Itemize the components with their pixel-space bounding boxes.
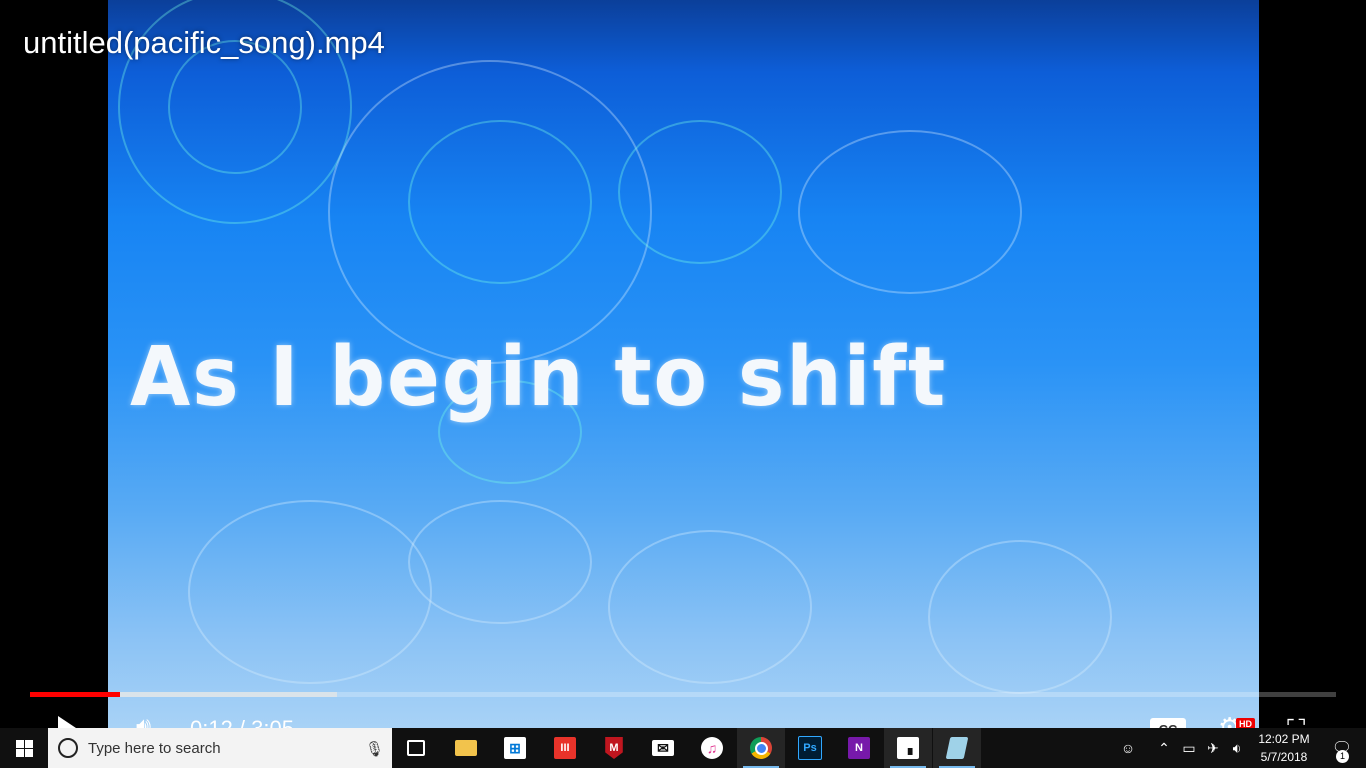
search-placeholder: Type here to search xyxy=(88,740,221,757)
play-icon[interactable] xyxy=(58,716,76,728)
task-view-icon[interactable] xyxy=(392,728,440,768)
progress-bar[interactable] xyxy=(30,692,1336,697)
ripple-decoration xyxy=(928,540,1112,694)
sticky-notes-icon[interactable]: ▗ xyxy=(884,728,932,768)
clock-time: 12:02 PM xyxy=(1258,732,1310,746)
system-clock[interactable]: 12:02 PM 5/7/2018 xyxy=(1256,730,1312,766)
taskbar-search[interactable]: Type here to search 🎙︎ xyxy=(48,728,392,768)
speaker-icon[interactable]: 🔉︎ xyxy=(1226,728,1248,768)
captions-button[interactable]: CC xyxy=(1150,718,1186,728)
video-player[interactable]: untitled(pacific_song).mp4 As I begin to… xyxy=(0,0,1366,728)
mail-icon[interactable]: ✉ xyxy=(639,728,687,768)
people-icon[interactable]: ☺ xyxy=(1116,728,1140,768)
app-notepad-icon[interactable] xyxy=(933,728,981,768)
battery-icon[interactable]: ▭ xyxy=(1178,728,1200,768)
airplane-mode-icon[interactable]: ✈ xyxy=(1202,728,1224,768)
windows-logo-icon xyxy=(15,739,33,757)
taskbar: Type here to search 🎙︎ ⊞ III M ✉ ♫ Ps N … xyxy=(0,728,1366,768)
file-explorer-icon[interactable] xyxy=(442,728,490,768)
video-title: untitled(pacific_song).mp4 xyxy=(23,25,385,60)
ripple-decoration xyxy=(608,530,812,684)
start-button[interactable] xyxy=(0,728,48,768)
cortana-icon xyxy=(58,738,78,758)
lyric-caption: As I begin to shift xyxy=(130,330,948,425)
notification-count: 1 xyxy=(1336,750,1349,763)
played-bar xyxy=(30,692,121,697)
clock-date: 5/7/2018 xyxy=(1260,750,1308,764)
itunes-icon[interactable]: ♫ xyxy=(688,728,736,768)
chrome-icon[interactable] xyxy=(737,728,785,768)
ripple-decoration xyxy=(798,130,1022,294)
time-display: 0:12 / 3:05 xyxy=(190,716,294,728)
chevron-up-icon[interactable]: ⌃ xyxy=(1152,728,1176,768)
fullscreen-icon[interactable]: ⛶ xyxy=(1287,714,1305,728)
ripple-decoration xyxy=(328,60,652,364)
volume-icon[interactable]: 🔊︎ xyxy=(136,713,151,728)
ripple-decoration xyxy=(408,120,592,284)
ripple-decoration xyxy=(188,500,432,684)
mcafee-icon[interactable]: M xyxy=(590,728,638,768)
onenote-icon[interactable]: N xyxy=(835,728,883,768)
ripple-decoration xyxy=(408,500,592,624)
microphone-icon[interactable]: 🎙︎ xyxy=(365,740,384,758)
app-red-icon[interactable]: III xyxy=(541,728,589,768)
microsoft-store-icon[interactable]: ⊞ xyxy=(491,728,539,768)
ripple-decoration xyxy=(618,120,782,264)
photoshop-icon[interactable]: Ps xyxy=(786,728,834,768)
hd-badge: HD xyxy=(1236,718,1255,728)
